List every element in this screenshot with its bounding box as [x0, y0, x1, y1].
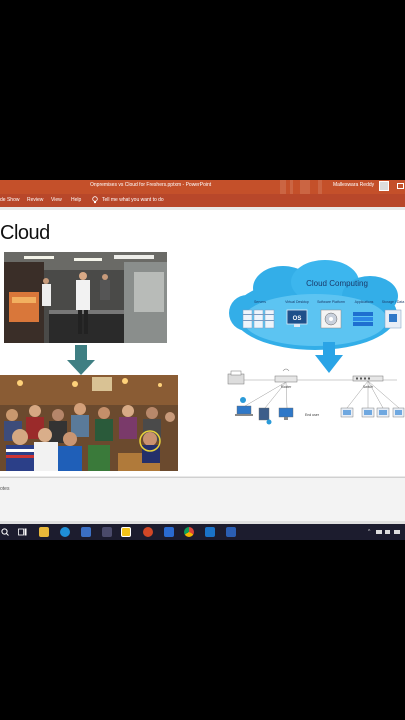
chrome-icon[interactable]	[184, 527, 194, 537]
tell-me-search[interactable]: Tell me what you want to do	[102, 197, 164, 203]
cloud-computing-diagram[interactable]: Cloud Computing Servers Virtual Desktop …	[225, 258, 405, 428]
volume-icon[interactable]	[385, 530, 390, 534]
title-bar: Onpremises vs Cloud for Freshers.pptxm -…	[0, 180, 405, 194]
app-icon[interactable]	[102, 527, 112, 537]
battery-icon[interactable]	[394, 530, 400, 534]
switch-icon	[352, 375, 384, 382]
down-arrow-icon	[67, 345, 95, 375]
end-user-label: End user	[305, 413, 320, 417]
monitor-icon	[278, 407, 294, 420]
notes-pane[interactable]: otes	[0, 477, 405, 522]
tray-chevron-icon[interactable]: ^	[368, 529, 370, 535]
slide-title[interactable]: Cloud	[0, 222, 50, 245]
workstation-icon-2	[361, 407, 375, 418]
crowd-photo[interactable]	[0, 375, 178, 471]
teams-icon[interactable]	[164, 527, 174, 537]
printer-icon	[227, 370, 245, 385]
service-label-software-platform: Software Platform	[317, 300, 345, 304]
lightbulb-icon	[92, 196, 98, 204]
servers-icon	[242, 309, 275, 329]
cloud-shape	[229, 260, 398, 350]
tab-slide-show[interactable]: de Show	[0, 197, 19, 203]
software-platform-icon	[320, 309, 342, 329]
applications-icon	[353, 312, 373, 326]
word-icon[interactable]	[226, 527, 236, 537]
workstation-icon-4	[392, 407, 405, 418]
notes-label: otes	[0, 486, 10, 492]
laptop-icon	[235, 397, 253, 416]
sticky-notes-icon[interactable]	[121, 527, 131, 537]
os-label: OS	[293, 316, 302, 322]
mail-icon[interactable]	[205, 527, 215, 537]
store-icon[interactable]	[81, 527, 91, 537]
service-label-storage: Storage / Data	[382, 300, 405, 304]
avatar[interactable]	[379, 181, 389, 191]
task-view-icon[interactable]	[18, 528, 27, 536]
tab-review[interactable]: Review	[27, 197, 43, 203]
service-label-virtual-desktop: Virtual Desktop	[285, 300, 309, 304]
ribbon-display-options-icon[interactable]	[397, 183, 404, 189]
tab-help[interactable]: Help	[71, 197, 81, 203]
edge-icon[interactable]	[60, 527, 70, 537]
service-label-servers: Servers	[254, 300, 266, 304]
ribbon-tabs: de Show Review View Help Tell me what yo…	[0, 194, 405, 207]
network-icon[interactable]	[376, 530, 382, 534]
service-label-applications: Applications	[355, 300, 374, 304]
cloud-heading: Cloud Computing	[306, 279, 368, 288]
search-icon[interactable]	[1, 528, 9, 536]
user-name[interactable]: Malleswara Reddy	[333, 182, 374, 188]
storage-icon	[384, 309, 402, 329]
desktop-icon	[258, 407, 272, 425]
powerpoint-icon[interactable]	[143, 527, 153, 537]
tab-view[interactable]: View	[51, 197, 62, 203]
window-title: Onpremises vs Cloud for Freshers.pptxm -…	[90, 182, 212, 188]
file-explorer-icon[interactable]	[39, 527, 49, 537]
workstation-icon-3	[376, 407, 390, 418]
workstation-icon-1	[340, 407, 354, 418]
taskbar: ^	[0, 524, 405, 540]
router-icon	[274, 368, 298, 383]
kitchen-photo[interactable]	[4, 252, 167, 343]
